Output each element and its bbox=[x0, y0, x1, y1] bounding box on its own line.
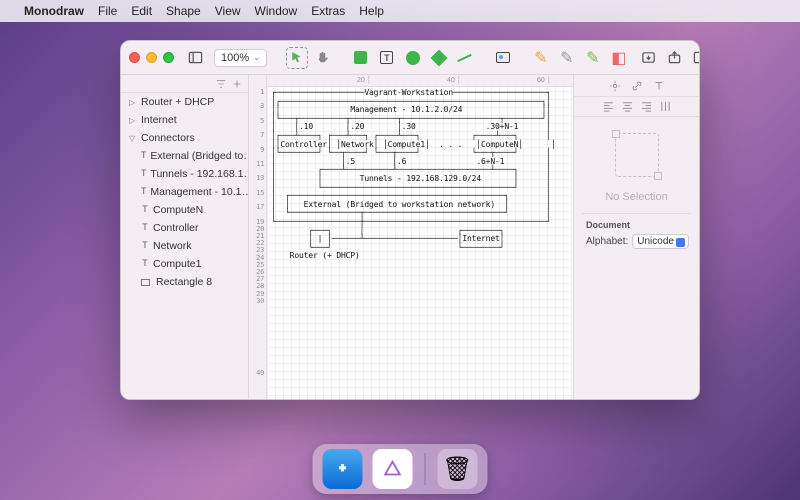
no-selection-icon bbox=[615, 133, 659, 177]
import-button[interactable] bbox=[638, 47, 660, 69]
sidebar-toggle-button[interactable] bbox=[188, 47, 203, 69]
distribute-icon[interactable] bbox=[660, 101, 671, 112]
outline-item[interactable]: ▷Internet bbox=[121, 111, 248, 129]
app-name[interactable]: Monodraw bbox=[24, 4, 84, 18]
outline-item-label: Rectangle 8 bbox=[156, 276, 212, 288]
inspector-toggle-button[interactable] bbox=[690, 47, 700, 69]
text-tab-icon[interactable] bbox=[653, 80, 665, 92]
window-titlebar: 100% ⌄ T ✎ ✎ ✎ ◧ bbox=[121, 41, 699, 75]
align-left-icon[interactable] bbox=[603, 101, 614, 112]
alphabet-value: Unicode bbox=[637, 236, 674, 247]
diamond-icon bbox=[430, 49, 447, 66]
dock: ᛭ 🗑 bbox=[313, 444, 488, 494]
zoom-value: 100% bbox=[221, 52, 249, 64]
line-tool[interactable] bbox=[454, 47, 476, 69]
image-icon bbox=[496, 52, 510, 63]
text-icon: T bbox=[380, 51, 393, 64]
canvas-area: 1 3 5 7 9 11 13 15 17 19 20 21 22 23 24 … bbox=[249, 75, 573, 399]
menu-extras[interactable]: Extras bbox=[311, 4, 345, 18]
outline-item-label: Compute1 bbox=[153, 258, 201, 270]
menu-shape[interactable]: Shape bbox=[166, 4, 201, 18]
horizontal-ruler: 20 ┊ 40 ┊ 60 ┊ bbox=[267, 75, 573, 87]
outline-item[interactable]: TTunnels - 192.168.1… bbox=[121, 165, 248, 183]
menu-edit[interactable]: Edit bbox=[131, 4, 152, 18]
alphabet-label: Alphabet: bbox=[586, 236, 628, 247]
outline-item[interactable]: ▷Router + DHCP bbox=[121, 93, 248, 111]
app-window: 100% ⌄ T ✎ ✎ ✎ ◧ bbox=[120, 40, 700, 400]
sidebar-header bbox=[121, 75, 248, 93]
outline-item-label: Internet bbox=[141, 114, 177, 126]
rect-icon bbox=[354, 51, 367, 64]
outline-item[interactable]: TExternal (Bridged to… bbox=[121, 147, 248, 165]
hand-tool[interactable] bbox=[312, 47, 334, 69]
outline-item[interactable]: TNetwork bbox=[121, 237, 248, 255]
outline-item-label: Connectors bbox=[141, 132, 195, 144]
brush-tool[interactable]: ✎ bbox=[582, 47, 604, 69]
line-icon bbox=[458, 53, 472, 61]
line-gutter: 1 3 5 7 9 11 13 15 17 19 20 21 22 23 24 … bbox=[249, 75, 267, 399]
ruler-mark: 60 ┊ bbox=[537, 76, 551, 84]
close-window-button[interactable] bbox=[129, 52, 140, 63]
outline-item[interactable]: TComputeN bbox=[121, 201, 248, 219]
eraser-tool[interactable]: ◧ bbox=[608, 47, 630, 69]
menu-help[interactable]: Help bbox=[359, 4, 384, 18]
dock-finder-icon[interactable]: ᛭ bbox=[323, 449, 363, 489]
alphabet-select[interactable]: Unicode bbox=[632, 234, 689, 249]
select-tool[interactable] bbox=[286, 47, 308, 69]
document-section-header: Document bbox=[586, 220, 687, 230]
outline-item-label: Tunnels - 192.168.1… bbox=[150, 168, 248, 180]
ruler-mark: 20 ┊ bbox=[357, 76, 371, 84]
outline-item-label: Controller bbox=[153, 222, 199, 234]
zoom-window-button[interactable] bbox=[163, 52, 174, 63]
outline-item[interactable]: Rectangle 8 bbox=[121, 273, 248, 291]
chevron-down-icon: ⌄ bbox=[253, 53, 260, 62]
ascii-diagram: ┌───────────────────Vagrant-Workstation─… bbox=[271, 89, 556, 261]
export-button[interactable] bbox=[664, 47, 686, 69]
outline-item-label: Management - 10.1… bbox=[150, 186, 248, 198]
link-tab-icon[interactable] bbox=[631, 80, 643, 92]
menu-file[interactable]: File bbox=[98, 4, 117, 18]
canvas[interactable]: 20 ┊ 40 ┊ 60 ┊ ┌───────────────────Vagrant… bbox=[267, 75, 573, 399]
geometry-tab-icon[interactable] bbox=[609, 80, 621, 92]
add-layer-icon[interactable] bbox=[232, 79, 242, 89]
inspector-panel: No Selection Document Alphabet: Unicode bbox=[573, 75, 699, 399]
ellipse-tool[interactable] bbox=[402, 47, 424, 69]
dock-trash-icon[interactable]: 🗑 bbox=[438, 449, 478, 489]
inspector-subtabs bbox=[574, 97, 699, 117]
outline-item-label: ComputeN bbox=[153, 204, 203, 216]
minimize-window-button[interactable] bbox=[146, 52, 157, 63]
traffic-lights bbox=[129, 52, 174, 63]
tool-strip: T ✎ ✎ ✎ ◧ bbox=[286, 47, 700, 69]
menu-window[interactable]: Window bbox=[255, 4, 298, 18]
no-selection-label: No Selection bbox=[605, 191, 667, 203]
outline-item[interactable]: TManagement - 10.1… bbox=[121, 183, 248, 201]
dock-monodraw-icon[interactable] bbox=[373, 449, 413, 489]
menu-view[interactable]: View bbox=[215, 4, 241, 18]
dock-separator bbox=[425, 453, 426, 485]
outline-sidebar: ▷Router + DHCP▷Internet▽ConnectorsTExter… bbox=[121, 75, 249, 399]
outline-item[interactable]: ▽Connectors bbox=[121, 129, 248, 147]
outline-item-label: External (Bridged to… bbox=[150, 150, 248, 162]
outline-item-label: Router + DHCP bbox=[141, 96, 214, 108]
align-center-icon[interactable] bbox=[622, 101, 633, 112]
diamond-tool[interactable] bbox=[428, 47, 450, 69]
zoom-select[interactable]: 100% ⌄ bbox=[214, 49, 267, 67]
ellipse-icon bbox=[406, 51, 420, 65]
pencil-alt-tool[interactable]: ✎ bbox=[556, 47, 578, 69]
ruler-mark: 40 ┊ bbox=[447, 76, 461, 84]
text-tool[interactable]: T bbox=[376, 47, 398, 69]
pencil-tool[interactable]: ✎ bbox=[530, 47, 552, 69]
align-right-icon[interactable] bbox=[641, 101, 652, 112]
outline-item[interactable]: TCompute1 bbox=[121, 255, 248, 273]
rect-tool[interactable] bbox=[350, 47, 372, 69]
filter-icon[interactable] bbox=[216, 79, 226, 89]
mac-menubar: Monodraw File Edit Shape View Window Ext… bbox=[0, 0, 800, 22]
outline-item[interactable]: TController bbox=[121, 219, 248, 237]
inspector-tabs bbox=[574, 75, 699, 97]
outline-item-label: Network bbox=[153, 240, 192, 252]
image-tool[interactable] bbox=[492, 47, 514, 69]
